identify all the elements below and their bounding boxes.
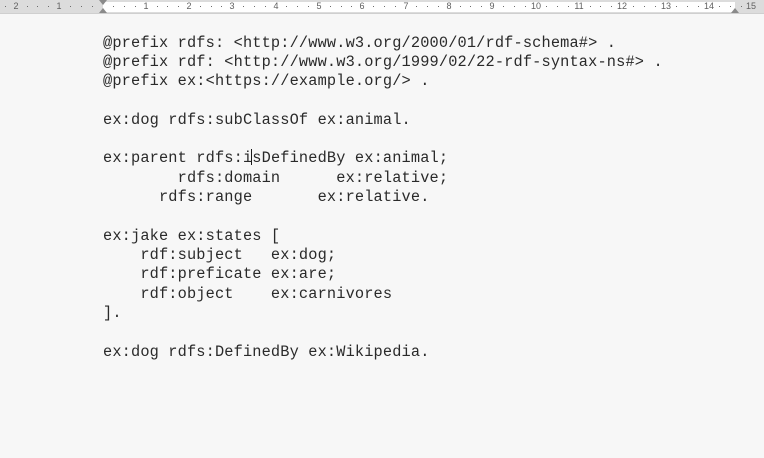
code-line-prefix-rdf[interactable]: @prefix rdf: <http://www.w3.org/1999/02/… [103, 53, 663, 72]
text-before-caret: ex:parent rdfs:i [103, 149, 253, 167]
code-line-text: rdfs:domain ex:relative; [103, 169, 449, 187]
code-line-text: rdfs:range ex:relative. [103, 188, 430, 206]
code-line-prefix-ex[interactable]: @prefix ex:<https://example.org/> . [103, 72, 430, 91]
code-line-parent-range[interactable]: rdfs:range ex:relative. [103, 188, 430, 207]
code-line-object[interactable]: rdf:object ex:carnivores [103, 285, 392, 304]
code-line-dog-defined-by[interactable]: ex:dog rdfs:DefinedBy ex:Wikipedia. [103, 343, 430, 362]
code-line-prefix-rdfs[interactable]: @prefix rdfs: <http://www.w3.org/2000/01… [103, 34, 616, 53]
code-line-parent-domain[interactable]: rdfs:domain ex:relative; [103, 169, 448, 188]
code-line-predicate[interactable]: rdf:preficate ex:are; [103, 265, 336, 284]
code-line-dog-subclass[interactable]: ex:dog rdfs:subClassOf ex:animal. [103, 111, 411, 130]
document-page[interactable]: @prefix rdfs: <http://www.w3.org/2000/01… [0, 0, 764, 458]
code-line-jake-states[interactable]: ex:jake ex:states [ [103, 227, 280, 246]
code-line-parent-defined-by[interactable]: ex:parent rdfs:isDefinedBy ex:animal; [103, 149, 448, 168]
code-line-close-bracket[interactable]: ]. [103, 304, 122, 323]
code-line-subject[interactable]: rdf:subject ex:dog; [103, 246, 336, 265]
text-after-caret: sDefinedBy ex:animal; [252, 149, 449, 167]
